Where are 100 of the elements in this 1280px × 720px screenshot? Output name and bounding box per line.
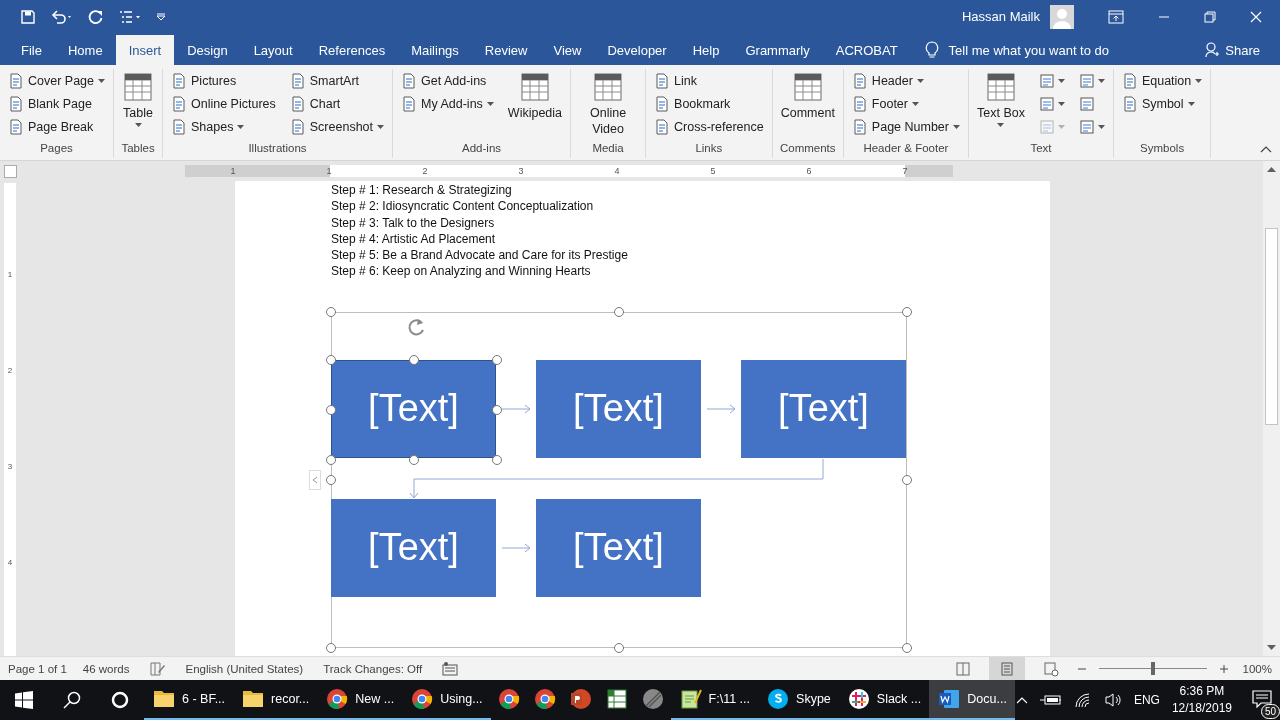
resize-handle[interactable] (492, 454, 502, 465)
windows-start-icon[interactable] (15, 691, 33, 709)
ribbon-tab[interactable]: Design (174, 35, 241, 65)
ribbon-button[interactable]: Chart (286, 92, 387, 115)
ribbon-tab[interactable]: Help (679, 35, 733, 65)
proofing-icon[interactable] (149, 661, 166, 676)
ribbon-button[interactable]: SmartArt (286, 69, 387, 92)
ribbon-button[interactable]: Cross-reference (651, 115, 767, 138)
scroll-thumb[interactable] (1265, 228, 1278, 425)
ribbon-tab[interactable]: Layout (240, 35, 306, 65)
customize-caret-icon[interactable] (156, 11, 166, 22)
zoom-in-icon[interactable] (1218, 663, 1229, 674)
status-text[interactable]: Page 1 of 1 (8, 662, 67, 675)
ribbon-button[interactable]: Page Break (5, 115, 108, 138)
ribbon-button[interactable]: Screenshot (286, 115, 387, 138)
volume-icon[interactable] (1103, 692, 1122, 708)
avatar-icon[interactable] (1050, 4, 1074, 29)
taskbar-button[interactable]: New ... (317, 680, 403, 720)
ribbon-tab[interactable]: References (305, 35, 399, 65)
ribbon-tab[interactable]: View (540, 35, 595, 65)
save-icon[interactable] (20, 8, 36, 25)
ribbon-tab[interactable]: Grammarly (732, 35, 823, 65)
ribbon-tab[interactable]: File (8, 35, 55, 65)
resize-handle[interactable] (614, 306, 624, 317)
taskbar-button[interactable]: F:\11 ... (670, 680, 759, 720)
text-shape[interactable]: [Text] (331, 359, 496, 458)
ribbon-button[interactable]: Get Add-ins (398, 69, 497, 92)
ribbon-button[interactable]: Link (651, 69, 767, 92)
ribbon-button[interactable]: Symbol (1118, 92, 1206, 115)
taskbar-button[interactable]: 6 - BF... (144, 680, 234, 720)
restore-icon[interactable] (1204, 10, 1216, 23)
taskbar-button[interactable]: Skype (758, 680, 839, 720)
status-text[interactable]: Track Changes: Off (323, 662, 423, 675)
zoom-level[interactable]: 100% (1242, 662, 1272, 675)
ribbon-button[interactable]: Text Box (974, 69, 1028, 129)
text-shape[interactable]: [Text] (331, 498, 496, 597)
ribbon-button[interactable]: Equation (1118, 69, 1206, 92)
ribbon-button[interactable]: Page Number (848, 115, 963, 138)
ribbon-button[interactable]: Online Pictures (168, 92, 279, 115)
ribbon-button[interactable]: Shapes (168, 115, 279, 138)
taskbar-button[interactable]: Docu... (929, 680, 1015, 720)
ribbon-button[interactable]: Comment (777, 69, 838, 123)
ribbon-button[interactable]: Pictures (168, 69, 279, 92)
text-shape[interactable]: [Text] (536, 498, 701, 597)
cortana-icon[interactable] (111, 691, 129, 709)
taskbar-button[interactable]: Using... (402, 680, 491, 720)
view-button[interactable] (988, 657, 1025, 680)
resize-handle[interactable] (614, 642, 624, 653)
share-button[interactable]: Share (1205, 35, 1260, 65)
caret-up-icon[interactable] (1015, 696, 1028, 704)
scroll-down-icon[interactable] (1267, 645, 1276, 650)
ribbon-button[interactable]: Footer (848, 92, 963, 115)
scrollbar[interactable] (1263, 161, 1280, 656)
resize-handle[interactable] (326, 306, 336, 317)
ribbon-button[interactable]: Wikipedia (504, 69, 566, 123)
tell-me-field[interactable]: Tell me what you want to do (924, 35, 1110, 65)
ribbon-tab[interactable]: Insert (115, 35, 175, 65)
resize-handle[interactable] (492, 354, 502, 365)
resize-handle[interactable] (326, 454, 336, 465)
redo-icon[interactable] (88, 8, 104, 25)
resize-handle[interactable] (492, 404, 502, 415)
collapse-ribbon-icon[interactable] (1260, 145, 1272, 153)
ribbon-button[interactable]: Bookmark (651, 92, 767, 115)
ribbon-button[interactable]: Header (848, 69, 963, 92)
text-shape[interactable]: [Text] (536, 359, 701, 458)
ribbon-button[interactable]: Cover Page (5, 69, 108, 92)
ribbon-tab[interactable]: Developer (594, 35, 680, 65)
clock-time[interactable]: 6:36 PM (1179, 683, 1225, 700)
macro-icon[interactable] (442, 661, 459, 676)
ribbon-button[interactable]: Online Video (576, 69, 641, 139)
resize-handle[interactable] (326, 354, 336, 365)
search-icon[interactable] (63, 691, 81, 709)
clock-date[interactable]: 12/18/2019 (1171, 700, 1232, 717)
ribbon-button[interactable]: My Add-ins (398, 92, 497, 115)
ribbon-tab[interactable]: Home (54, 35, 116, 65)
resize-handle[interactable] (902, 306, 912, 317)
notification-icon[interactable] (1252, 689, 1272, 708)
battery-icon[interactable] (1039, 694, 1062, 706)
ribbon-button[interactable]: Table (119, 69, 157, 129)
resize-handle[interactable] (326, 404, 336, 415)
ribbon-tab[interactable]: Mailings (398, 35, 472, 65)
ribbon-tab[interactable]: Review (471, 35, 541, 65)
resize-handle[interactable] (326, 474, 336, 485)
ribbon-display-icon[interactable] (1108, 9, 1124, 24)
undo-icon[interactable] (50, 8, 74, 25)
taskbar-button[interactable]: recor... (233, 680, 318, 720)
resize-handle[interactable] (409, 354, 419, 365)
ribbon-tab[interactable]: ACROBAT (822, 35, 911, 65)
status-text[interactable]: 46 words (82, 662, 130, 675)
close-icon[interactable] (1250, 10, 1262, 23)
wifi-icon[interactable] (1073, 692, 1092, 708)
resize-handle[interactable] (409, 454, 419, 465)
resize-handle[interactable] (902, 642, 912, 653)
list-icon[interactable] (118, 8, 142, 25)
scroll-up-icon[interactable] (1267, 167, 1276, 172)
language-indicator[interactable]: ENG (1133, 693, 1160, 707)
resize-handle[interactable] (902, 474, 912, 485)
text-shape[interactable]: [Text] (741, 359, 906, 458)
ribbon-button[interactable]: Blank Page (5, 92, 108, 115)
status-text[interactable]: English (United States) (185, 662, 304, 675)
